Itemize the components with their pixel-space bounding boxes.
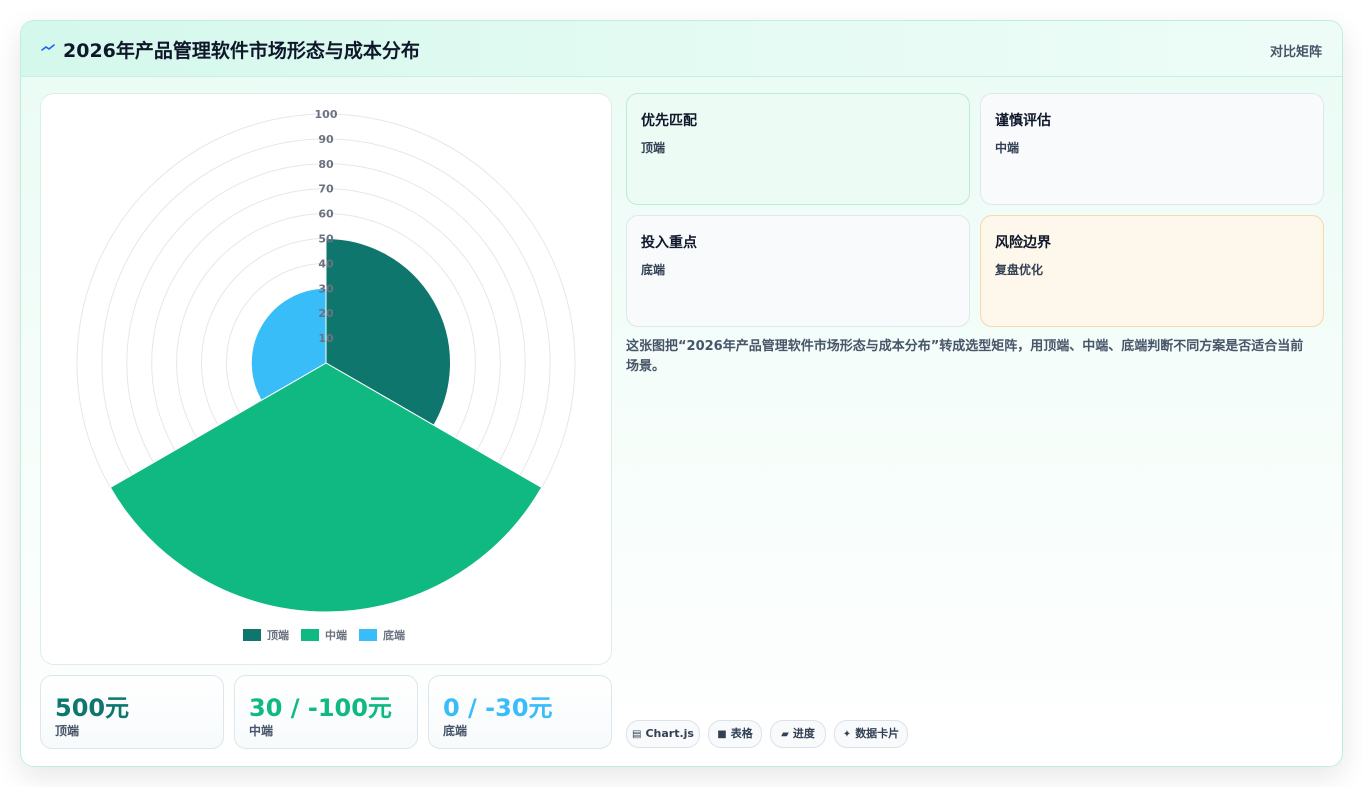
matrix-box-invest: 投入重点 底端 xyxy=(626,215,970,327)
progress-icon: ▰ xyxy=(781,729,789,740)
page-title: 2026年产品管理软件市场形态与成本分布 xyxy=(63,40,420,62)
tag-table[interactable]: ■ 表格 xyxy=(708,720,762,748)
tag-label: 表格 xyxy=(730,727,753,740)
compare-matrix-label[interactable]: 对比矩阵 xyxy=(1270,41,1322,60)
tag-label: 数据卡片 xyxy=(855,727,900,740)
sparkle-icon: ✦ xyxy=(842,729,852,740)
box-title: 风险边界 xyxy=(995,235,1051,251)
tick-label: 30 xyxy=(318,282,334,295)
tick-label: 90 xyxy=(318,133,334,146)
stat-value: 0 / -30元 xyxy=(443,694,553,722)
stat-card-low: 0 / -30元 底端 xyxy=(428,675,612,749)
tag-label: Chart.js xyxy=(645,727,694,740)
box-subtitle: 复盘优化 xyxy=(995,263,1044,277)
legend-label[interactable]: 中端 xyxy=(325,628,347,642)
legend-label[interactable]: 底端 xyxy=(383,628,405,642)
tag-chartjs[interactable]: ▤ Chart.js xyxy=(626,720,700,748)
description-text: 这张图把“2026年产品管理软件市场形态与成本分布”转成选型矩阵，用顶端、中端、… xyxy=(626,339,1304,374)
header: 2026年产品管理软件市场形态与成本分布 对比矩阵 xyxy=(21,21,1342,77)
tick-label: 100 xyxy=(315,108,338,121)
tick-label: 10 xyxy=(318,332,334,345)
stat-label: 中端 xyxy=(249,724,274,738)
table-icon: ■ xyxy=(717,729,727,740)
stat-card-top: 500元 顶端 xyxy=(40,675,224,749)
tag-label: 进度 xyxy=(792,727,815,740)
tick-label: 20 xyxy=(318,307,334,320)
matrix-box-risk: 风险边界 复盘优化 xyxy=(980,215,1324,327)
tick-label: 50 xyxy=(318,233,334,246)
box-title: 投入重点 xyxy=(641,235,697,251)
stat-value: 30 / -100元 xyxy=(249,694,392,722)
legend-swatch[interactable] xyxy=(243,629,261,641)
matrix-box-priority: 优先匹配 顶端 xyxy=(626,93,970,205)
tick-label: 40 xyxy=(318,257,334,270)
matrix-box-caution: 谨慎评估 中端 xyxy=(980,93,1324,205)
stat-label: 底端 xyxy=(443,724,468,738)
main-card: 2026年产品管理软件市场形态与成本分布 对比矩阵 10 20 30 40 50 60 70… xyxy=(20,20,1343,767)
stat-value: 500元 xyxy=(55,694,130,722)
tick-label: 60 xyxy=(318,208,334,221)
chart-panel: 10 20 30 40 50 60 70 80 90 100 顶端 中端 底端 xyxy=(40,93,612,665)
tick-label: 70 xyxy=(318,183,334,196)
chart-icon: ▤ xyxy=(632,729,642,740)
pulse-icon xyxy=(41,44,55,51)
box-subtitle: 顶端 xyxy=(641,141,666,155)
tick-label: 80 xyxy=(318,158,334,171)
polar-area-chart: 10 20 30 40 50 60 70 80 90 100 顶端 中端 底端 xyxy=(76,108,576,642)
box-subtitle: 中端 xyxy=(995,141,1020,155)
stat-card-mid: 30 / -100元 中端 xyxy=(234,675,418,749)
stat-label: 顶端 xyxy=(55,724,80,738)
tag-data-card[interactable]: ✦ 数据卡片 xyxy=(834,720,908,748)
legend-label[interactable]: 顶端 xyxy=(267,628,289,642)
box-subtitle: 底端 xyxy=(641,263,666,277)
legend-swatch[interactable] xyxy=(359,629,377,641)
box-title: 谨慎评估 xyxy=(995,113,1051,129)
sector-1[interactable] xyxy=(109,362,543,613)
box-title: 优先匹配 xyxy=(641,113,697,129)
legend-swatch[interactable] xyxy=(301,629,319,641)
tag-progress[interactable]: ▰ 进度 xyxy=(770,720,826,748)
